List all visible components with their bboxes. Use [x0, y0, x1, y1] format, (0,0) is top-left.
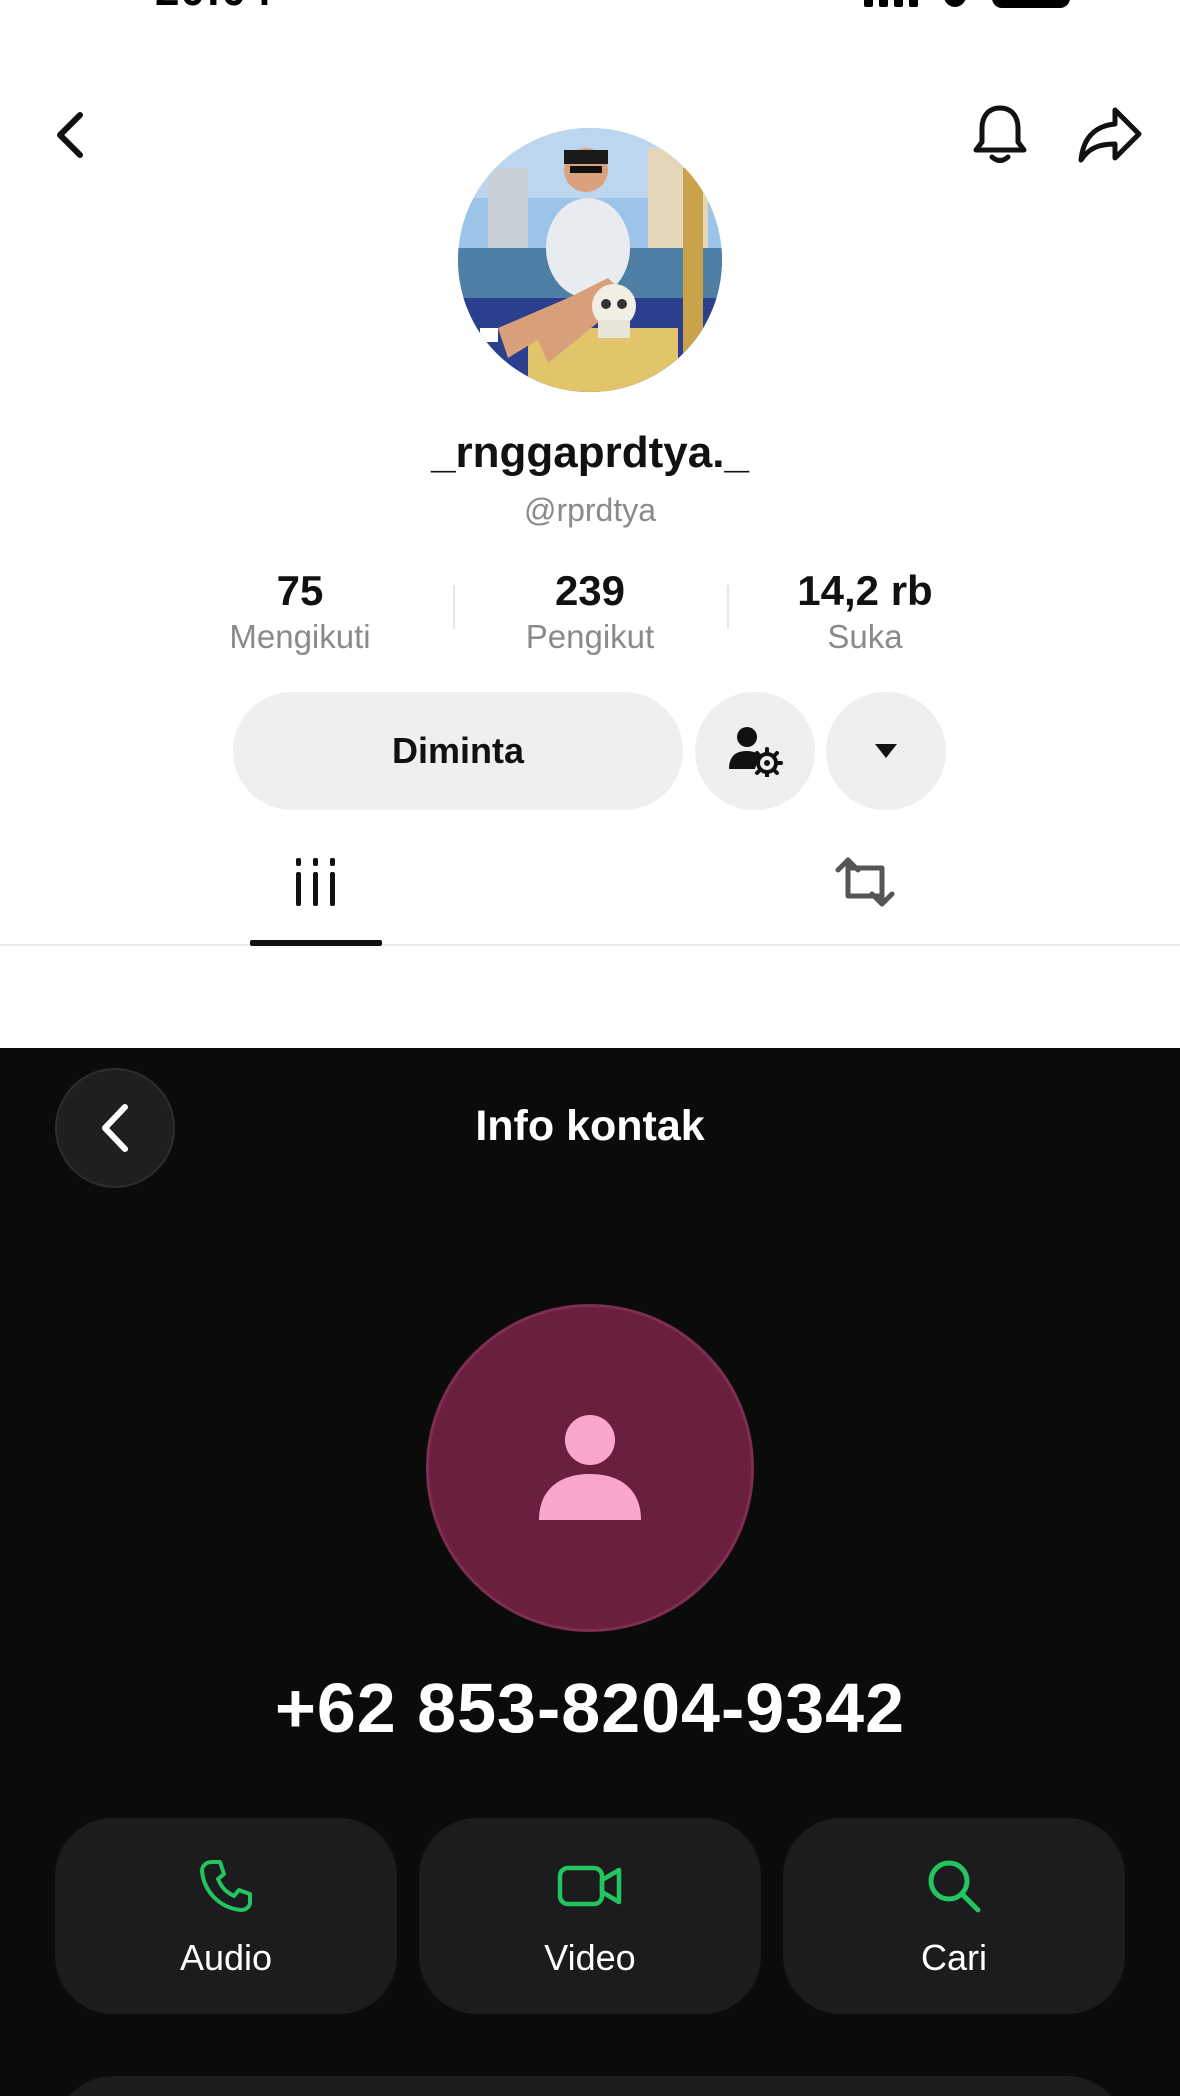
- grid-bars-icon: [296, 858, 335, 906]
- stat-divider: [453, 585, 455, 629]
- tab-videos[interactable]: [250, 818, 382, 946]
- manage-user-button[interactable]: [695, 692, 815, 810]
- active-tab-indicator: [250, 940, 382, 946]
- stat-likes[interactable]: 14,2 rb Suka: [740, 565, 990, 657]
- page-title: Info kontak: [475, 1102, 705, 1150]
- notification-bell-button[interactable]: [965, 98, 1035, 170]
- search-icon: [928, 1860, 981, 1913]
- stat-value: 75: [276, 567, 324, 614]
- share-button[interactable]: [1070, 98, 1150, 170]
- phone-icon: [200, 1860, 252, 1912]
- profile-tabs: [0, 818, 1180, 946]
- more-options-dropdown-button[interactable]: [826, 692, 946, 810]
- username-handle: @rprdtya: [523, 492, 657, 528]
- avatar-photo-image: [458, 128, 722, 392]
- stat-value: 239: [554, 567, 626, 614]
- video-camera-icon: [557, 1865, 622, 1907]
- action-label: Cari: [920, 1937, 987, 1978]
- share-arrow-icon: [1078, 107, 1142, 163]
- chevron-left-icon: [57, 112, 83, 158]
- stat-followers[interactable]: 239 Pengikut: [465, 565, 715, 657]
- requested-follow-button[interactable]: Diminta: [233, 692, 683, 810]
- video-call-button[interactable]: Video: [419, 1818, 761, 2014]
- contact-info-screen: Info kontak +62 853-8204-9342 Audio Vide…: [0, 1048, 1180, 2096]
- person-placeholder-icon: [539, 1415, 641, 1520]
- signal-icon: [864, 0, 918, 7]
- user-settings-icon: [729, 727, 783, 777]
- partial-info-card[interactable]: [55, 2076, 1125, 2096]
- stat-label: Mengikuti: [229, 618, 371, 655]
- stat-divider: [727, 585, 729, 629]
- bell-icon: [973, 105, 1027, 163]
- profile-screen: 20:04: [0, 0, 1180, 1048]
- status-bar: 20:04: [0, 0, 1180, 15]
- contact-phone-number: +62 853-8204-9342: [274, 1669, 906, 1747]
- contact-actions: Audio Video Cari: [55, 1818, 1125, 2014]
- status-time: 20:04: [155, 0, 273, 16]
- wifi-icon: [944, 0, 966, 7]
- stat-label: Pengikut: [525, 618, 655, 655]
- battery-icon: [992, 0, 1070, 8]
- audio-call-button[interactable]: Audio: [55, 1818, 397, 2014]
- stat-label: Suka: [827, 618, 903, 655]
- profile-stats: 75 Mengikuti 239 Pengikut 14,2 rb Suka: [175, 565, 1005, 665]
- stat-value: 14,2 rb: [797, 567, 933, 614]
- caret-down-icon: [875, 744, 897, 758]
- contact-avatar: [426, 1304, 754, 1632]
- action-label: Video: [544, 1937, 636, 1978]
- stat-following[interactable]: 75 Mengikuti: [175, 565, 425, 657]
- display-name: _rnggaprdtya._: [431, 428, 749, 477]
- tab-reposts[interactable]: [800, 818, 930, 946]
- status-icons: [864, 0, 1070, 8]
- repost-icon: [835, 857, 895, 907]
- search-button[interactable]: Cari: [783, 1818, 1125, 2014]
- action-label: Audio: [179, 1937, 273, 1978]
- back-button[interactable]: [40, 100, 100, 170]
- profile-avatar[interactable]: [458, 128, 722, 392]
